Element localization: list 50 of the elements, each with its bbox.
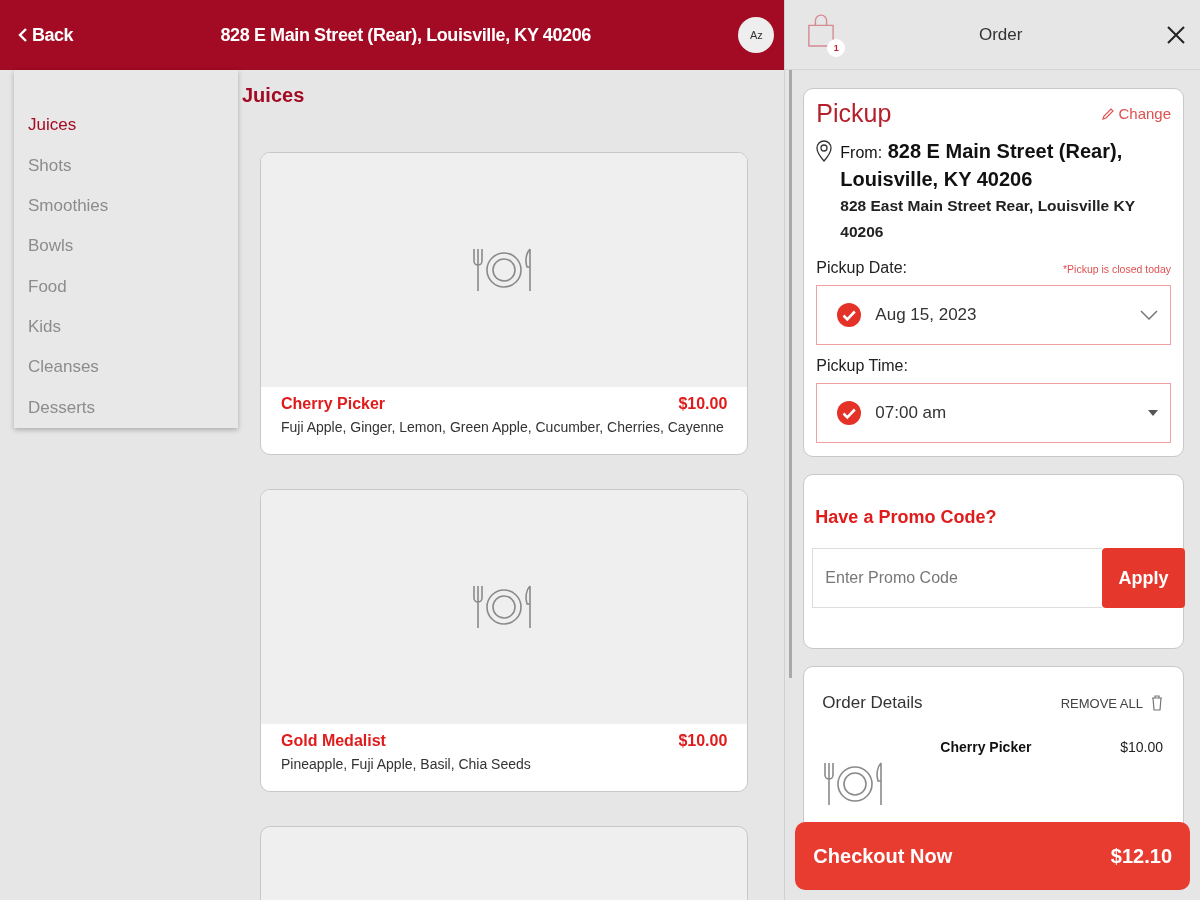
chevron-left-icon bbox=[18, 27, 28, 43]
pickup-address: 828 East Main Street Rear, Louisville KY 40206 bbox=[840, 196, 1136, 242]
product-description: Fuji Apple, Ginger, Lemon, Green Apple, Cucumber, Cherries, Cayenne bbox=[281, 419, 725, 436]
pickup-location: From: 828 E Main Street (Rear), Louisville, KY 40206 bbox=[840, 139, 1124, 192]
scrollbar[interactable] bbox=[789, 70, 793, 678]
checkout-button[interactable]: Checkout Now $12.10 bbox=[795, 822, 1190, 890]
product-name: Cherry Picker bbox=[281, 395, 386, 413]
order-details-title: Order Details bbox=[822, 693, 923, 713]
promo-code-field[interactable]: Enter Promo Code bbox=[812, 548, 1102, 608]
time-dropdown[interactable]: 07:00 am bbox=[816, 383, 1171, 443]
check-icon bbox=[837, 401, 862, 425]
pickup-date-label: Pickup Date: bbox=[816, 259, 908, 277]
pickup-title: Pickup bbox=[816, 99, 892, 128]
panel-title: Order bbox=[977, 24, 1024, 45]
closed-note: *Pickup is closed today bbox=[1063, 263, 1171, 275]
cart-count-badge: 1 bbox=[827, 38, 846, 57]
product-price: $10.00 bbox=[678, 732, 728, 750]
category-item[interactable]: Cleanses bbox=[14, 347, 238, 388]
item-price: $10.00 bbox=[1120, 739, 1163, 755]
item-name: Cherry Picker bbox=[939, 739, 1033, 755]
remove-all-button[interactable]: REMOVE ALL bbox=[1060, 695, 1163, 711]
category-item[interactable]: Food bbox=[14, 266, 238, 307]
category-item[interactable]: Kids bbox=[14, 306, 238, 348]
category-item[interactable]: Desserts bbox=[14, 387, 238, 428]
store-address-title: 828 E Main Street (Rear), Louisville, KY 40206 bbox=[219, 24, 592, 46]
caret-down-icon bbox=[1148, 410, 1158, 416]
category-item[interactable]: Shots bbox=[14, 145, 238, 186]
product-card[interactable]: Gold Medalist $10.00 Pineapple, Fuji Apple, Basil, Chia Seeds bbox=[260, 489, 749, 792]
promo-title: Have a Promo Code? bbox=[815, 507, 998, 528]
section-title: Juices bbox=[242, 84, 306, 107]
shopping-bag-icon[interactable] bbox=[807, 12, 836, 49]
check-icon bbox=[837, 303, 862, 327]
sort-button[interactable]: Az bbox=[738, 17, 775, 53]
product-price: $10.00 bbox=[678, 395, 728, 413]
category-item[interactable]: Smoothies bbox=[14, 185, 238, 227]
product-card[interactable]: Cherry Picker $10.00 Fuji Apple, Ginger, Lemon, Green Apple, Cucumber, Cherries, Cayenne bbox=[260, 152, 749, 455]
product-description: Pineapple, Fuji Apple, Basil, Chia Seeds bbox=[281, 756, 532, 773]
trash-icon bbox=[1151, 695, 1163, 711]
product-name: Gold Medalist bbox=[281, 732, 386, 750]
category-item[interactable]: Juices bbox=[14, 105, 238, 146]
close-icon[interactable] bbox=[1166, 24, 1186, 45]
pickup-time-label: Pickup Time: bbox=[816, 357, 909, 375]
chevron-down-icon bbox=[1140, 310, 1158, 320]
pencil-icon bbox=[1101, 106, 1116, 121]
apply-button[interactable]: Apply bbox=[1102, 548, 1185, 608]
category-item[interactable]: Bowls bbox=[14, 226, 238, 267]
change-button[interactable]: Change bbox=[1101, 105, 1171, 122]
date-dropdown[interactable]: Aug 15, 2023 bbox=[816, 285, 1171, 345]
back-button[interactable]: Back bbox=[18, 24, 74, 46]
location-pin-icon bbox=[816, 140, 833, 162]
